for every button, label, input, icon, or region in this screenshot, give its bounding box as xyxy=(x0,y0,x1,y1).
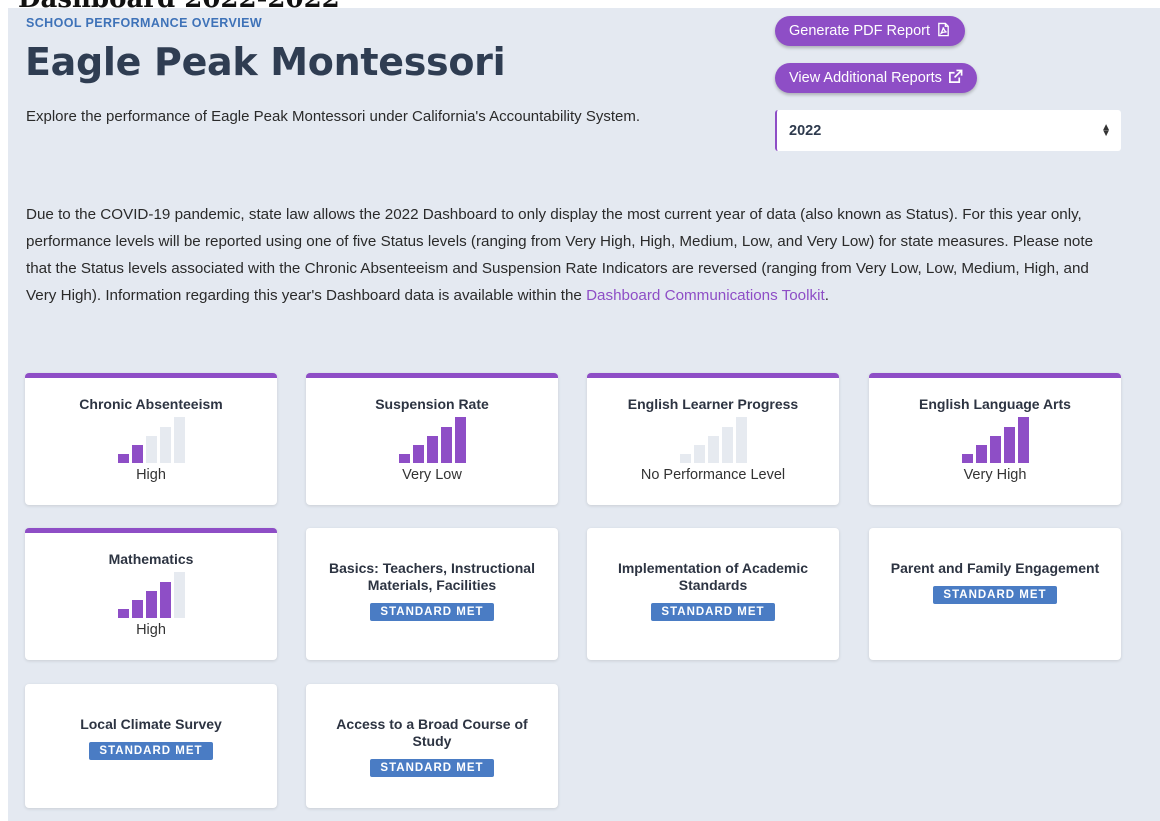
level-bar xyxy=(693,445,705,463)
performance-level-label: Very Low xyxy=(402,467,462,483)
indicator-title: Mathematics xyxy=(108,551,194,567)
level-bar xyxy=(454,417,466,463)
level-bar xyxy=(398,454,410,463)
performance-level-label: High xyxy=(136,467,166,483)
performance-level-bars xyxy=(961,417,1029,463)
covid-notice: Due to the COVID-19 pandemic, state law … xyxy=(26,201,1116,309)
local-indicator-card-basics[interactable]: Basics: Teachers, Instructional Material… xyxy=(306,528,558,660)
level-bar xyxy=(173,572,185,618)
level-bar xyxy=(679,454,691,463)
generate-pdf-report-button[interactable]: Generate PDF Report xyxy=(775,16,966,46)
pdf-file-icon xyxy=(936,22,951,41)
indicator-title: Chronic Absenteeism xyxy=(79,396,223,412)
school-overview-panel: SCHOOL PERFORMANCE OVERVIEW Eagle Peak M… xyxy=(8,8,1160,821)
level-bar xyxy=(975,445,987,463)
school-name: Eagle Peak Montessori xyxy=(25,40,506,84)
level-bar xyxy=(1017,417,1029,463)
level-bar xyxy=(721,427,733,463)
level-bar xyxy=(159,427,171,463)
intro-text: Explore the performance of Eagle Peak Mo… xyxy=(26,108,641,125)
standard-met-badge: STANDARD MET xyxy=(370,603,494,621)
local-indicator-card-broad-course-of-study[interactable]: Access to a Broad Course of Study STANDA… xyxy=(306,684,558,808)
level-bar xyxy=(707,436,719,463)
standard-met-badge: STANDARD MET xyxy=(89,742,213,760)
performance-level-bars xyxy=(679,417,747,463)
level-bar xyxy=(145,436,157,463)
standard-met-badge: STANDARD MET xyxy=(370,759,494,777)
select-arrows-icon: ▲ ▼ xyxy=(1101,121,1111,139)
indicator-title: English Learner Progress xyxy=(627,396,799,412)
level-bar xyxy=(1003,427,1015,463)
indicator-card-chronic-absenteeism[interactable]: Chronic Absenteeism High xyxy=(25,373,277,505)
level-bar xyxy=(145,591,157,618)
communications-toolkit-link[interactable]: Dashboard Communications Toolkit xyxy=(586,287,825,304)
covid-notice-text: Due to the COVID-19 pandemic, state law … xyxy=(26,206,1094,304)
indicator-title: Suspension Rate xyxy=(375,396,489,412)
indicator-card-mathematics[interactable]: Mathematics High xyxy=(25,528,277,660)
external-link-icon xyxy=(948,69,963,88)
level-bar xyxy=(117,454,129,463)
level-bar xyxy=(131,600,143,618)
performance-level-bars xyxy=(117,417,185,463)
local-indicator-title: Implementation of Academic Standards xyxy=(617,560,809,593)
view-reports-label: View Additional Reports xyxy=(789,70,942,86)
standard-met-badge: STANDARD MET xyxy=(651,603,775,621)
local-indicator-title: Parent and Family Engagement xyxy=(890,560,1100,576)
year-select-value: 2022 xyxy=(789,122,822,139)
level-bar xyxy=(426,436,438,463)
year-select[interactable]: 2022 ▲ ▼ xyxy=(775,110,1121,151)
indicator-card-english-language-arts[interactable]: English Language Arts Very High xyxy=(869,373,1121,505)
level-bar xyxy=(117,609,129,618)
level-bar xyxy=(173,417,185,463)
level-bar xyxy=(961,454,973,463)
local-indicator-card-parent-family-engagement[interactable]: Parent and Family Engagement STANDARD ME… xyxy=(869,528,1121,660)
level-bar xyxy=(159,582,171,618)
indicator-card-suspension-rate[interactable]: Suspension Rate Very Low xyxy=(306,373,558,505)
local-indicator-title: Access to a Broad Course of Study xyxy=(336,716,528,749)
generate-pdf-label: Generate PDF Report xyxy=(789,23,931,39)
performance-level-bars xyxy=(398,417,466,463)
standard-met-badge: STANDARD MET xyxy=(933,586,1057,604)
indicator-card-english-learner-progress[interactable]: English Learner Progress No Performance … xyxy=(587,373,839,505)
local-indicator-title: Basics: Teachers, Instructional Material… xyxy=(329,560,535,593)
local-indicator-card-local-climate-survey[interactable]: Local Climate Survey STANDARD MET xyxy=(25,684,277,808)
local-indicator-title: Local Climate Survey xyxy=(80,716,222,732)
level-bar xyxy=(131,445,143,463)
local-indicator-card-academic-standards[interactable]: Implementation of Academic Standards STA… xyxy=(587,528,839,660)
level-bar xyxy=(989,436,1001,463)
level-bar xyxy=(440,427,452,463)
view-additional-reports-button[interactable]: View Additional Reports xyxy=(775,63,977,93)
performance-level-label: No Performance Level xyxy=(640,467,786,483)
level-bar xyxy=(412,445,424,463)
indicator-title: English Language Arts xyxy=(919,396,1071,412)
covid-notice-suffix: . xyxy=(824,287,829,304)
section-overline: SCHOOL PERFORMANCE OVERVIEW xyxy=(26,16,263,30)
level-bar xyxy=(735,417,747,463)
performance-level-bars xyxy=(117,572,185,618)
performance-level-label: High xyxy=(136,622,166,638)
performance-level-label: Very High xyxy=(963,467,1027,483)
